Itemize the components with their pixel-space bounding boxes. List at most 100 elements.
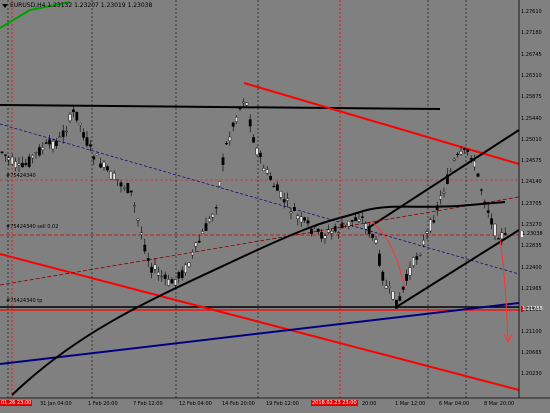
candle-body <box>187 262 191 267</box>
time-tick: 19 Feb 12:00 <box>266 401 299 407</box>
candle-body <box>44 142 48 144</box>
price-tick: 1.22400 <box>521 264 542 271</box>
candle-body <box>116 179 120 181</box>
price-tick: 1.21100 <box>521 328 542 335</box>
candle-body <box>490 218 493 225</box>
candle-body <box>153 264 157 270</box>
candle-body <box>61 130 65 137</box>
candle-body <box>425 231 429 234</box>
candle-body <box>109 171 113 180</box>
candle-body <box>466 149 470 152</box>
candle-body <box>476 173 480 177</box>
candle-body <box>133 205 136 207</box>
current-price-marker: 1.23038 <box>521 231 543 237</box>
candle-body <box>350 219 354 222</box>
candle-body <box>374 239 378 244</box>
candle-body <box>105 166 109 171</box>
price-tick: 1.24140 <box>521 179 542 186</box>
candle-body <box>207 218 211 222</box>
candle-body <box>333 226 337 232</box>
candle-body <box>408 267 412 276</box>
candle-body <box>68 114 72 121</box>
order-label-entry: #75424340 sell 0.02 <box>6 224 59 230</box>
candle-body <box>446 174 449 184</box>
candle-body <box>10 156 14 165</box>
candle-body <box>337 232 340 234</box>
candle-body <box>143 244 147 252</box>
candle-body <box>405 274 408 281</box>
candle-body <box>354 217 357 221</box>
candle-body <box>146 258 150 261</box>
candle-body <box>344 223 347 225</box>
candle-body <box>190 252 194 256</box>
candle-body <box>82 132 86 138</box>
candle-body <box>228 136 232 141</box>
candle-body <box>269 176 272 180</box>
chevron-down-icon[interactable] <box>2 3 8 8</box>
candle-body <box>313 225 317 228</box>
candle-body <box>180 270 184 278</box>
candle-body <box>21 162 24 168</box>
candle-body <box>51 141 55 150</box>
price-tick: 1.24575 <box>521 158 542 165</box>
candle-body <box>139 232 143 235</box>
candle-body <box>320 232 323 239</box>
price-chart[interactable] <box>0 0 550 413</box>
candle-body <box>316 228 320 232</box>
candle-body <box>27 156 31 167</box>
candle-body <box>102 161 106 168</box>
candle-body <box>357 219 361 222</box>
candle-body <box>486 210 490 213</box>
chart-background <box>0 0 550 413</box>
candle-body <box>204 223 208 231</box>
candle-body <box>241 101 245 104</box>
candle-body <box>303 217 306 221</box>
candle-body <box>252 137 255 143</box>
candle-body <box>136 218 140 221</box>
candle-body <box>483 201 487 204</box>
candle-body <box>71 109 75 113</box>
candle-body <box>259 152 262 157</box>
ohlc-values: 1.23132 1.23207 1.23019 1.23038 <box>47 2 153 9</box>
candle-body <box>459 151 463 155</box>
candle-body <box>194 242 198 247</box>
candle-body <box>378 253 381 266</box>
price-tick: 1.26310 <box>521 72 542 79</box>
candle-body <box>173 279 177 286</box>
candle-body <box>75 111 79 121</box>
candle-body <box>384 285 388 289</box>
candle-body <box>272 185 276 188</box>
candle-body <box>503 232 507 235</box>
candle-body <box>248 119 252 127</box>
candle-body <box>58 136 62 138</box>
candle-body <box>262 168 266 171</box>
candle-body <box>177 272 181 279</box>
candle-body <box>48 139 52 145</box>
candle-body <box>340 223 344 229</box>
candle-body <box>435 205 439 211</box>
candle-body <box>7 157 11 161</box>
candle-body <box>289 211 293 214</box>
candle-body <box>163 274 167 279</box>
candle-body <box>224 142 228 145</box>
candle-body <box>422 240 425 246</box>
candle-body <box>442 192 446 194</box>
price-tick: 1.21965 <box>521 285 542 292</box>
price-tick: 1.25440 <box>521 115 542 122</box>
symbol-label: EURUSD,H4 <box>10 2 46 9</box>
price-tick: 1.20230 <box>521 371 542 378</box>
tp-price-marker: 1.21788 <box>521 306 543 312</box>
candle-body <box>293 207 296 211</box>
price-tick: 1.23705 <box>521 200 542 207</box>
candle-body <box>276 184 279 191</box>
candle-body <box>184 264 187 273</box>
candle-body <box>17 163 21 166</box>
candle-body <box>95 153 99 156</box>
price-tick: 1.20665 <box>521 349 542 356</box>
candle-body <box>398 296 402 301</box>
candle-body <box>361 216 364 218</box>
candle-body <box>156 271 160 276</box>
candle-body <box>245 102 249 106</box>
candle-body <box>55 140 58 147</box>
candle-body <box>429 219 432 232</box>
